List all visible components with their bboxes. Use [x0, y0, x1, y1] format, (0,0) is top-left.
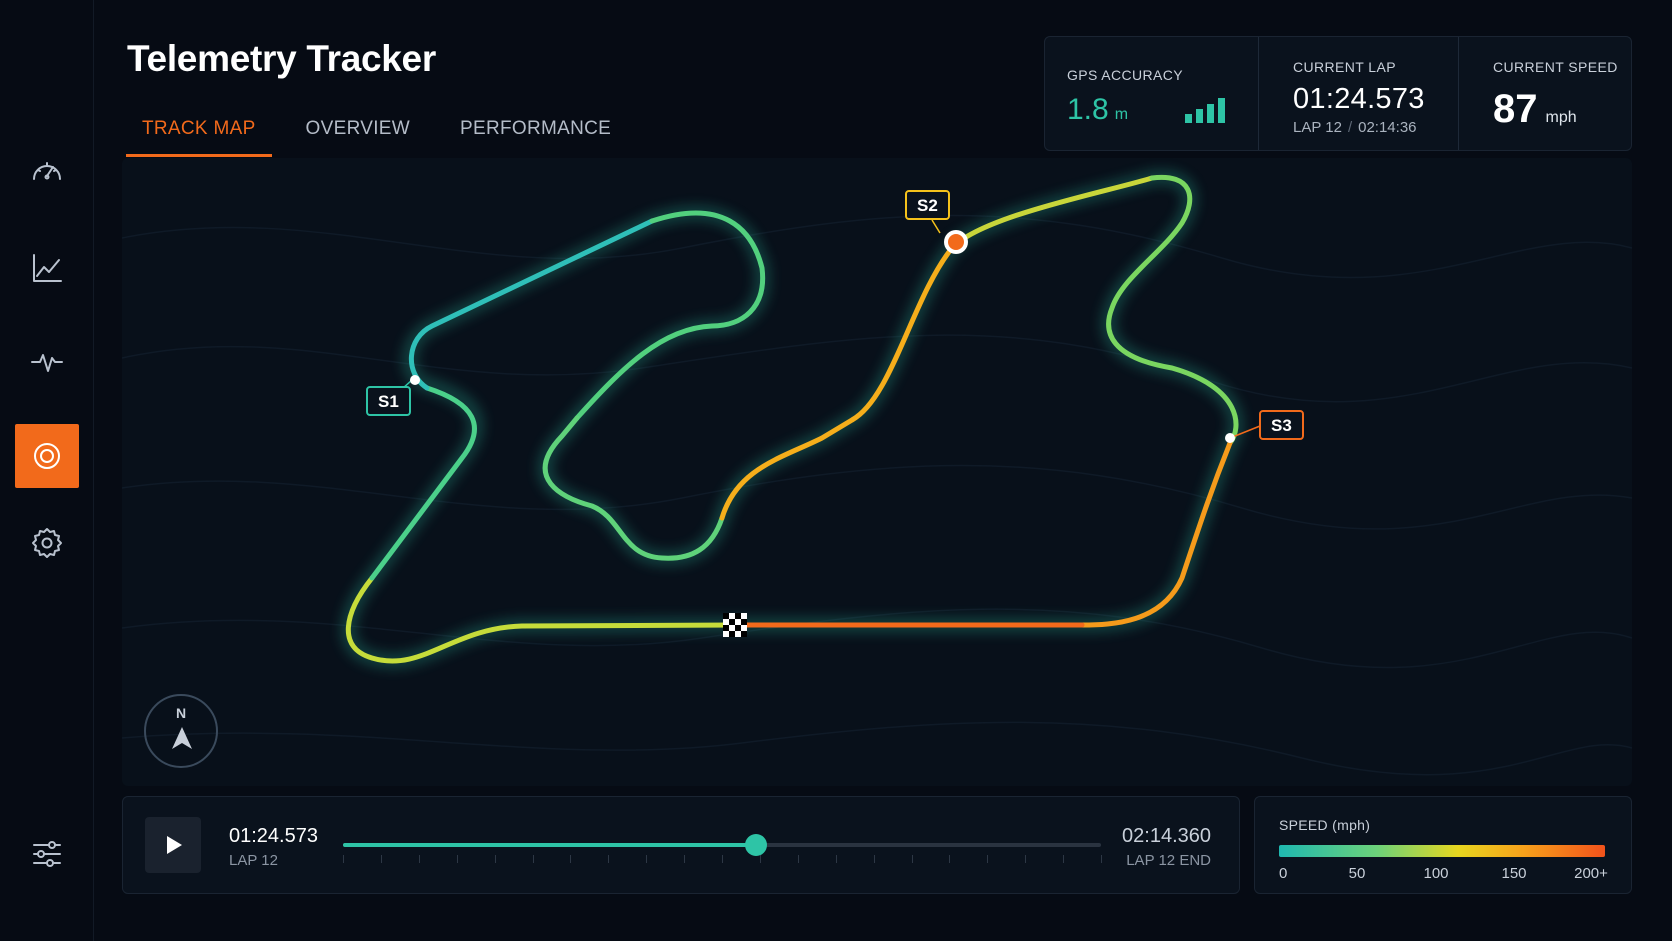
slider-fill: [343, 843, 757, 847]
slider-tick: [873, 855, 875, 863]
playback-end-time: 02:14.360: [1122, 825, 1211, 847]
tab-overview[interactable]: OVERVIEW: [290, 112, 426, 157]
stats-panel: GPS ACCURACY 1.8 m CURRENT LAP 01:24.573 …: [1044, 36, 1632, 151]
speed-tick-0: 0: [1279, 865, 1288, 882]
slider-tick: [494, 855, 496, 863]
sector-2-label: S2: [905, 190, 950, 220]
playback-end-label: LAP 12 END: [1126, 852, 1211, 869]
slider-tick: [380, 855, 382, 863]
sector-3-point: [1225, 433, 1235, 443]
north-arrow-icon: [172, 727, 192, 749]
sidebar-item-telemetry[interactable]: [15, 330, 79, 394]
speed-tick-50: 50: [1348, 865, 1366, 882]
speedometer-icon: [33, 162, 61, 180]
gear-icon: [32, 528, 62, 558]
sidebar-item-track[interactable]: [15, 424, 79, 488]
gps-accuracy-unit: m: [1114, 106, 1129, 123]
current-position-marker: [948, 234, 964, 250]
sidebar-item-analytics[interactable]: [15, 236, 79, 300]
current-lap-label: CURRENT LAP: [1293, 59, 1396, 75]
gps-accuracy-stat: GPS ACCURACY 1.8 m: [1045, 37, 1258, 150]
slider-tick: [835, 855, 837, 863]
track-sector-1: [340, 169, 1244, 670]
play-icon: [167, 836, 182, 854]
playback-current-time: 01:24.573: [229, 825, 318, 847]
playback-slider[interactable]: [343, 831, 1102, 863]
sector-1-label: S1: [366, 386, 411, 416]
signal-strength-icon: [1185, 98, 1225, 123]
slider-tick: [911, 855, 913, 863]
line-chart-icon: [33, 254, 62, 282]
sliders-icon: [33, 841, 61, 867]
lap-separator: /: [1347, 119, 1353, 136]
slider-tick: [1063, 855, 1065, 863]
tab-track-map[interactable]: TRACK MAP: [126, 112, 272, 157]
tab-performance[interactable]: PERFORMANCE: [444, 112, 627, 157]
sidebar: [0, 0, 94, 941]
playback-current-lap: LAP 12: [229, 852, 278, 869]
sector-3-label: S3: [1259, 410, 1304, 440]
speed-tick-100: 100: [1423, 865, 1449, 882]
slider-tick: [1101, 855, 1102, 863]
compass[interactable]: N: [144, 694, 218, 768]
current-lap-time: 01:24.573: [1293, 83, 1425, 115]
slider-tick: [759, 855, 761, 863]
track-map[interactable]: S1 S2 S3 N: [122, 158, 1632, 786]
slider-tick: [532, 855, 534, 863]
slider-thumb[interactable]: [745, 834, 768, 856]
start-finish-flag-icon: [723, 613, 747, 637]
sidebar-item-settings[interactable]: [15, 511, 79, 575]
speed-gradient-bar: [1279, 845, 1605, 857]
slider-tick: [456, 855, 458, 863]
lap-number: LAP 12: [1293, 119, 1342, 136]
speed-tick-150: 150: [1501, 865, 1527, 882]
slider-tick: [646, 855, 648, 863]
pulse-icon: [31, 354, 63, 372]
slider-tick: [797, 855, 799, 863]
play-button[interactable]: [145, 817, 201, 873]
slider-tick: [570, 855, 572, 863]
sector-1-point: [410, 375, 420, 385]
gps-accuracy-value: 1.8 m: [1067, 93, 1128, 127]
slider-tick: [987, 855, 989, 863]
current-lap-stat: CURRENT LAP 01:24.573 LAP 12 / 02:14:36: [1258, 37, 1458, 150]
playback-bar: 01:24.573 LAP 12 02:14.360 LAP 12 END: [122, 796, 1240, 894]
slider-tick: [418, 855, 420, 863]
track-map-canvas: [122, 169, 1632, 776]
current-speed-value: 87 mph: [1493, 87, 1577, 132]
lap-total-time: 02:14:36: [1358, 119, 1417, 136]
slider-tick: [684, 855, 686, 863]
sidebar-item-dashboard[interactable]: [15, 140, 79, 204]
slider-ticks: [343, 855, 1102, 863]
speed-tick-200: 200+: [1574, 865, 1608, 882]
slider-tick: [343, 855, 344, 863]
speed-legend-title: SPEED (mph): [1279, 817, 1371, 833]
gps-accuracy-label: GPS ACCURACY: [1067, 67, 1184, 83]
current-speed-stat: CURRENT SPEED 87 mph: [1458, 37, 1631, 150]
speed-legend: SPEED (mph) 0 50 100 150 200+: [1254, 796, 1632, 894]
current-speed-label: CURRENT SPEED: [1493, 59, 1618, 75]
speed-legend-ticks: 0 50 100 150 200+: [1279, 865, 1609, 885]
current-speed-unit: mph: [1545, 109, 1577, 126]
slider-tick: [608, 855, 610, 863]
lap-info: LAP 12 / 02:14:36: [1293, 119, 1417, 136]
gps-accuracy-number: 1.8: [1067, 93, 1109, 126]
sector-2-leader: [931, 219, 941, 234]
terrain-contours: [122, 214, 1632, 776]
current-speed-number: 87: [1493, 87, 1538, 131]
slider-tick: [722, 855, 723, 863]
tab-bar: TRACK MAP OVERVIEW PERFORMANCE: [126, 112, 645, 157]
compass-north-label: N: [175, 705, 187, 721]
target-icon: [34, 443, 60, 469]
slider-tick: [1025, 855, 1027, 863]
page-title: Telemetry Tracker: [127, 38, 436, 79]
sidebar-item-filters[interactable]: [15, 822, 79, 886]
slider-tick: [949, 855, 951, 863]
